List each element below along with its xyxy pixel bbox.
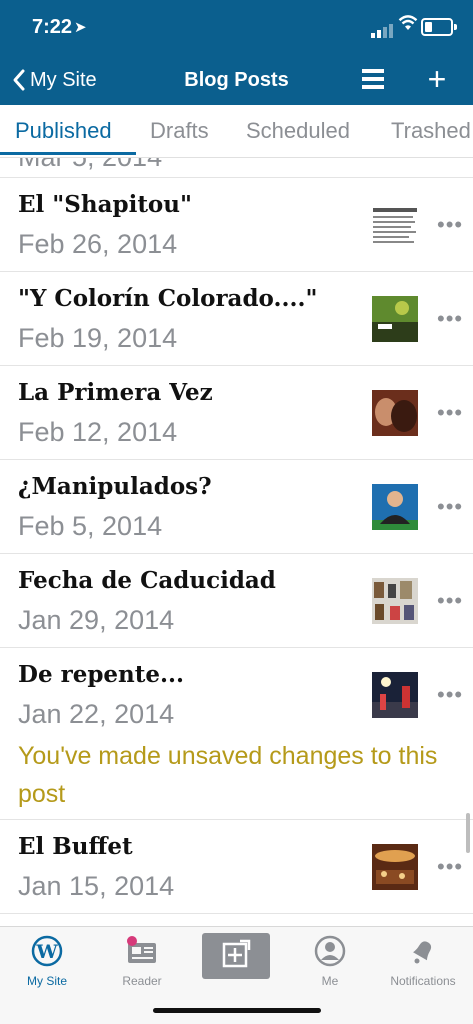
post-thumbnail	[372, 844, 418, 890]
cellular-signal-icon	[371, 20, 395, 38]
tab-drafts[interactable]: Drafts	[150, 118, 209, 144]
scrollbar[interactable]	[466, 813, 470, 853]
unsaved-changes-notice: You've made unsaved changes to this post	[18, 742, 438, 808]
post-row[interactable]: De repente... Jan 22, 2014 You've made u…	[0, 648, 473, 820]
post-date: Mar 5, 2014	[18, 158, 162, 173]
tab-trashed[interactable]: Trashed	[391, 118, 471, 144]
post-date: Feb 5, 2014	[18, 511, 163, 541]
nav-bar: My Site Blog Posts +	[0, 55, 473, 105]
post-date: Feb 26, 2014	[18, 229, 178, 259]
tab-label: Reader	[122, 974, 162, 988]
active-tab-indicator	[0, 152, 136, 155]
tab-reader[interactable]: Reader	[97, 935, 187, 988]
status-bar: 7:22 ➤	[0, 0, 473, 55]
tab-my-site[interactable]: W My Site	[2, 935, 92, 988]
post-title: "Y Colorín Colorado...."	[18, 285, 318, 312]
post-row[interactable]: La Primera Vez Feb 12, 2014 •••	[0, 366, 473, 460]
bell-icon	[413, 941, 432, 964]
tab-notifications[interactable]: Notifications	[378, 935, 468, 988]
post-date: Feb 19, 2014	[18, 323, 178, 353]
post-date: Jan 22, 2014	[18, 699, 175, 729]
add-post-button[interactable]: +	[424, 63, 450, 95]
post-date: Feb 12, 2014	[18, 417, 178, 447]
more-options-button[interactable]: •••	[437, 402, 463, 424]
post-thumbnail	[372, 296, 418, 342]
more-options-button[interactable]: •••	[437, 496, 463, 518]
create-post-button[interactable]	[202, 933, 270, 979]
post-date: Jan 29, 2014	[18, 605, 175, 635]
page-title: Blog Posts	[184, 69, 289, 91]
tab-me[interactable]: Me	[285, 935, 375, 988]
back-button[interactable]: My Site	[12, 65, 97, 95]
tab-label: Notifications	[390, 974, 456, 988]
tab-published[interactable]: Published	[15, 118, 112, 144]
post-row[interactable]: El Buffet Jan 15, 2014 •••	[0, 820, 473, 914]
post-title: El Buffet	[18, 833, 133, 860]
post-thumbnail	[372, 578, 418, 624]
post-thumbnail	[372, 202, 418, 248]
back-label: My Site	[30, 68, 97, 91]
post-thumbnail	[372, 484, 418, 530]
more-options-button[interactable]: •••	[437, 308, 463, 330]
wordpress-icon: W	[31, 935, 63, 967]
post-row[interactable]: ¿Manipulados? Feb 5, 2014 •••	[0, 460, 473, 554]
post-date: Jan 15, 2014	[18, 871, 175, 901]
post-list[interactable]: Mar 5, 2014 El "Shapitou" Feb 26, 2014 •…	[0, 158, 473, 926]
wifi-icon	[398, 15, 418, 30]
post-thumbnail	[372, 390, 418, 436]
post-row[interactable]: El "Shapitou" Feb 26, 2014 •••	[0, 178, 473, 272]
profile-icon	[314, 935, 346, 967]
svg-text:W: W	[35, 941, 58, 963]
post-row[interactable]: Fecha de Caducidad Jan 29, 2014 •••	[0, 554, 473, 648]
post-title: ¿Manipulados?	[18, 473, 212, 500]
more-options-button[interactable]: •••	[437, 590, 463, 612]
list-view-button[interactable]	[360, 67, 386, 93]
post-filter-tabs: Published Drafts Scheduled Trashed	[0, 105, 473, 158]
more-options-button[interactable]: •••	[437, 856, 463, 878]
tab-label: My Site	[26, 974, 67, 988]
post-thumbnail	[372, 672, 418, 718]
tab-scheduled[interactable]: Scheduled	[246, 118, 350, 144]
chevron-left-icon	[13, 69, 25, 91]
post-title: El "Shapitou"	[18, 191, 192, 218]
battery-icon	[421, 18, 457, 36]
new-post-icon	[222, 939, 251, 968]
post-title: La Primera Vez	[18, 379, 213, 406]
post-title: Fecha de Caducidad	[18, 567, 276, 594]
post-title: De repente...	[18, 661, 185, 688]
status-time: 7:22	[32, 16, 73, 38]
tab-label: Me	[321, 974, 339, 988]
home-indicator	[153, 1008, 321, 1013]
more-options-button[interactable]: •••	[437, 214, 463, 236]
location-arrow-icon: ➤	[74, 19, 87, 36]
more-options-button[interactable]: •••	[437, 684, 463, 706]
reader-icon	[127, 936, 156, 963]
post-row[interactable]: "Y Colorín Colorado...." Feb 19, 2014 ••…	[0, 272, 473, 366]
